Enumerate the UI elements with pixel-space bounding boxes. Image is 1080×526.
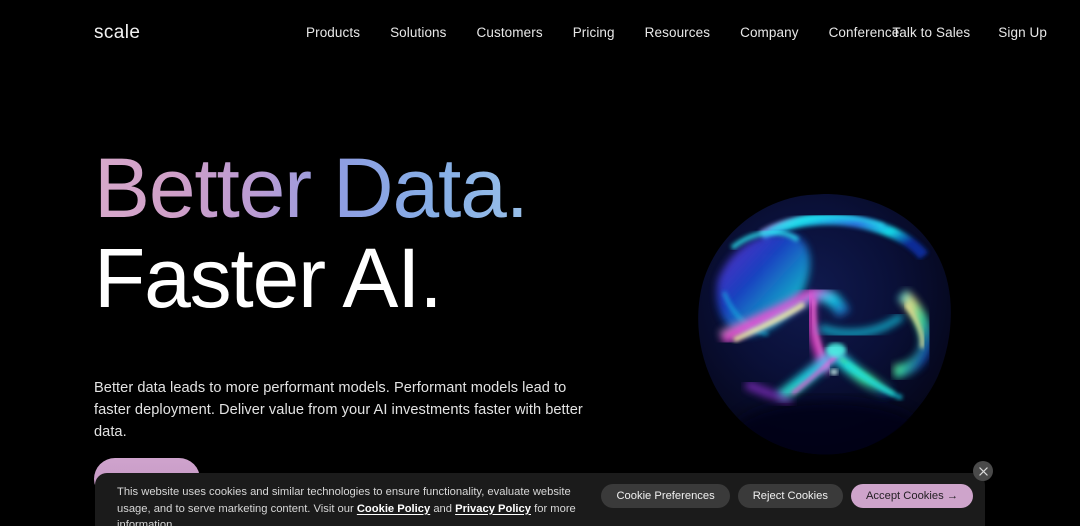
nav-link-products[interactable]: Products xyxy=(306,25,360,40)
reject-cookies-button[interactable]: Reject Cookies xyxy=(737,484,843,508)
headline-line-2: Faster AI. xyxy=(94,230,443,325)
cookie-preferences-button[interactable]: Cookie Preferences xyxy=(601,484,730,508)
top-navigation-bar: scale Products Solutions Customers Prici… xyxy=(0,0,1080,66)
headline-line-1: Better Data. xyxy=(94,145,714,232)
hero-headline: Better Data. Faster AI. xyxy=(94,145,714,325)
nav-link-customers[interactable]: Customers xyxy=(477,25,543,40)
accept-cookies-button[interactable]: Accept Cookies → xyxy=(850,484,973,508)
nav-link-pricing[interactable]: Pricing xyxy=(573,25,615,40)
nav-links: Products Solutions Customers Pricing Res… xyxy=(306,25,899,40)
cookie-banner-actions: Cookie Preferences Reject Cookies Accept… xyxy=(601,484,973,508)
scale-logo[interactable]: scale xyxy=(94,22,140,44)
landing-page: scale Products Solutions Customers Prici… xyxy=(0,0,1080,526)
cookie-banner-text: This website uses cookies and similar te… xyxy=(117,484,607,526)
nav-link-conference[interactable]: Conference xyxy=(829,25,900,40)
privacy-policy-link[interactable]: Privacy Policy xyxy=(455,503,531,515)
nav-link-solutions[interactable]: Solutions xyxy=(390,25,446,40)
hero-subcopy: Better data leads to more performant mod… xyxy=(94,380,583,441)
close-icon xyxy=(978,466,988,476)
sign-up-link[interactable]: Sign Up xyxy=(998,25,1047,40)
iridescent-orb-graphic xyxy=(688,188,960,460)
close-cookie-banner-button[interactable] xyxy=(973,461,993,481)
cookie-policy-link[interactable]: Cookie Policy xyxy=(357,503,430,515)
nav-link-resources[interactable]: Resources xyxy=(645,25,710,40)
nav-link-company[interactable]: Company xyxy=(740,25,798,40)
nav-actions: Talk to Sales Sign Up xyxy=(892,25,1047,40)
cookie-consent-banner: This website uses cookies and similar te… xyxy=(95,473,985,526)
talk-to-sales-link[interactable]: Talk to Sales xyxy=(892,25,970,40)
cookie-text-part2: and xyxy=(430,502,456,515)
